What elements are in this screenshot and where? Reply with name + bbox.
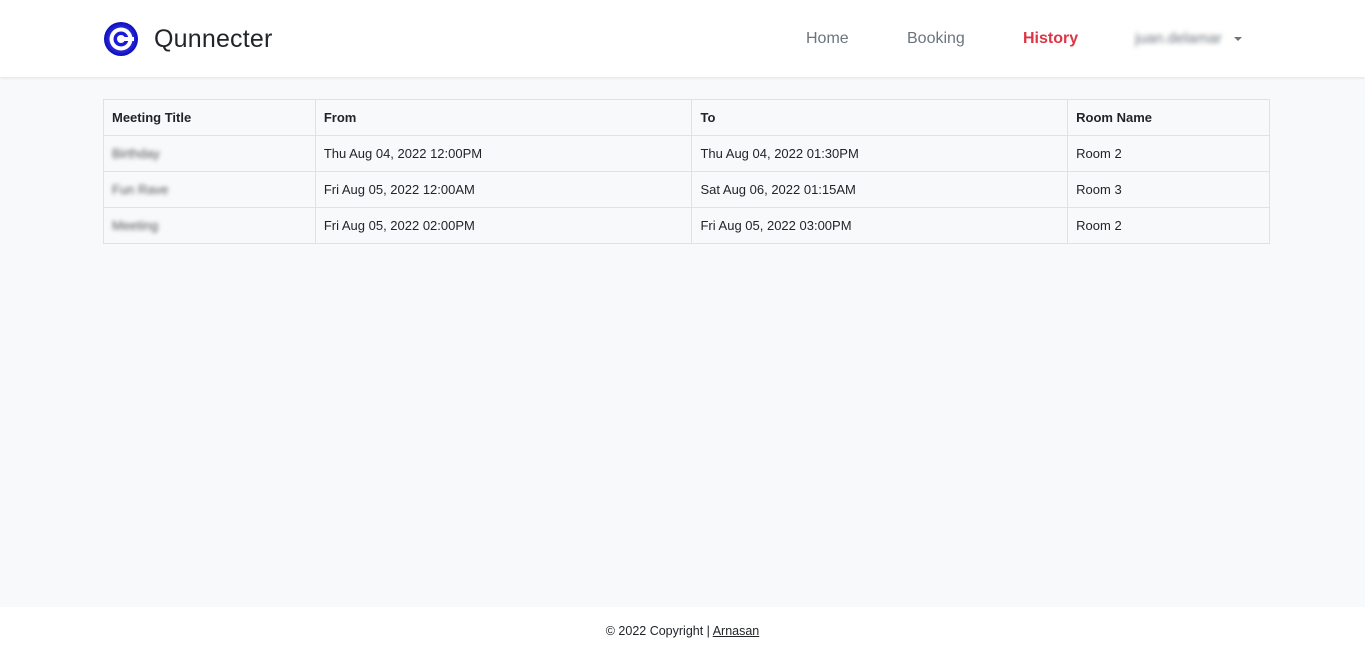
room-cell: Room 3 (1067, 171, 1270, 208)
table-row: Birthday Thu Aug 04, 2022 12:00PM Thu Au… (103, 135, 1270, 172)
table-header-row: Meeting Title From To Room Name (103, 99, 1270, 136)
column-header-to: To (691, 99, 1069, 136)
meeting-title: Meeting (112, 218, 159, 233)
from-cell: Fri Aug 05, 2022 12:00AM (314, 171, 693, 208)
top-navbar: Qunnecter Home Booking History juan.dela… (0, 0, 1365, 77)
footer: © 2022 Copyright | Arnasan (0, 607, 1365, 652)
nav-link-home[interactable]: Home (806, 29, 849, 48)
column-header-meeting-title: Meeting Title (103, 99, 316, 136)
to-cell: Thu Aug 04, 2022 01:30PM (691, 135, 1069, 172)
footer-author-link[interactable]: Arnasan (713, 624, 760, 638)
meeting-title: Birthday (112, 146, 160, 161)
meeting-title-cell: Birthday (103, 135, 316, 172)
table-row: Fun Rave Fri Aug 05, 2022 12:00AM Sat Au… (103, 171, 1270, 208)
meeting-title: Fun Rave (112, 182, 169, 197)
copyright-text: © 2022 Copyright | (605, 624, 713, 638)
user-name: juan.delamar (1135, 30, 1222, 47)
caret-down-icon (1233, 36, 1242, 41)
to-cell: Fri Aug 05, 2022 03:00PM (691, 207, 1069, 244)
from-cell: Thu Aug 04, 2022 12:00PM (314, 135, 693, 172)
nav-links: Home Booking History juan.delamar (0, 0, 1365, 77)
to-cell: Sat Aug 06, 2022 01:15AM (691, 171, 1069, 208)
nav-link-history[interactable]: History (1023, 29, 1078, 48)
room-cell: Room 2 (1067, 135, 1270, 172)
history-table: Meeting Title From To Room Name Birthday… (103, 99, 1270, 244)
user-dropdown[interactable]: juan.delamar (1135, 29, 1242, 48)
column-header-from: From (314, 99, 693, 136)
column-header-room-name: Room Name (1067, 99, 1270, 136)
room-cell: Room 2 (1067, 207, 1270, 244)
table-row: Meeting Fri Aug 05, 2022 02:00PM Fri Aug… (103, 207, 1270, 244)
meeting-title-cell: Fun Rave (103, 171, 316, 208)
meeting-title-cell: Meeting (103, 207, 316, 244)
from-cell: Fri Aug 05, 2022 02:00PM (314, 207, 693, 244)
nav-link-booking[interactable]: Booking (907, 29, 965, 48)
